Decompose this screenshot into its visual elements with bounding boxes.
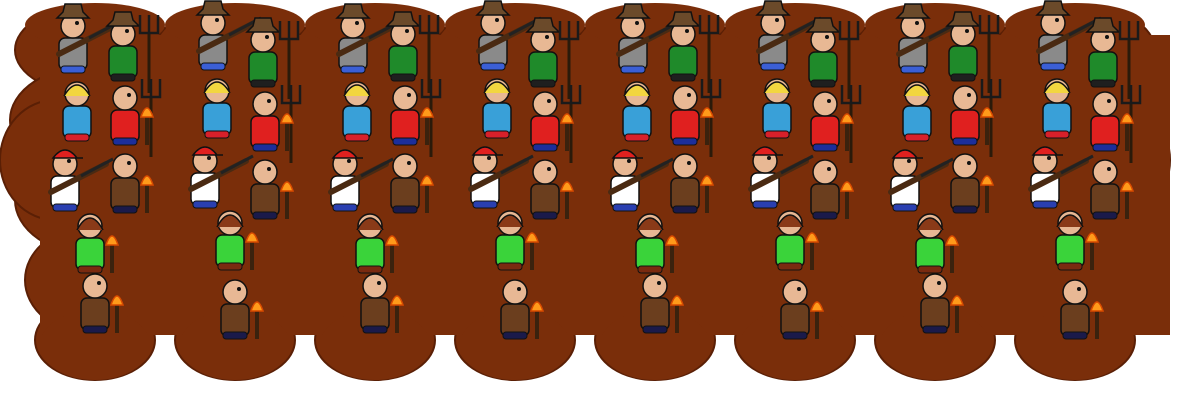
mud-ground — [0, 3, 1171, 381]
angry-mob-scene — [0, 0, 1171, 381]
mob-member-blonde-woman — [202, 78, 232, 139]
mob-sprite-sheet — [0, 0, 1200, 400]
mob-member-blonde-woman — [62, 81, 92, 142]
mob-member-blonde-woman — [482, 78, 512, 139]
mob-member-blonde-woman — [342, 81, 372, 142]
mob-member-blonde-woman — [902, 81, 932, 142]
mob-member-blonde-woman — [762, 78, 792, 139]
mob-member-blonde-woman — [1042, 78, 1072, 139]
mob-member-blonde-woman — [622, 81, 652, 142]
